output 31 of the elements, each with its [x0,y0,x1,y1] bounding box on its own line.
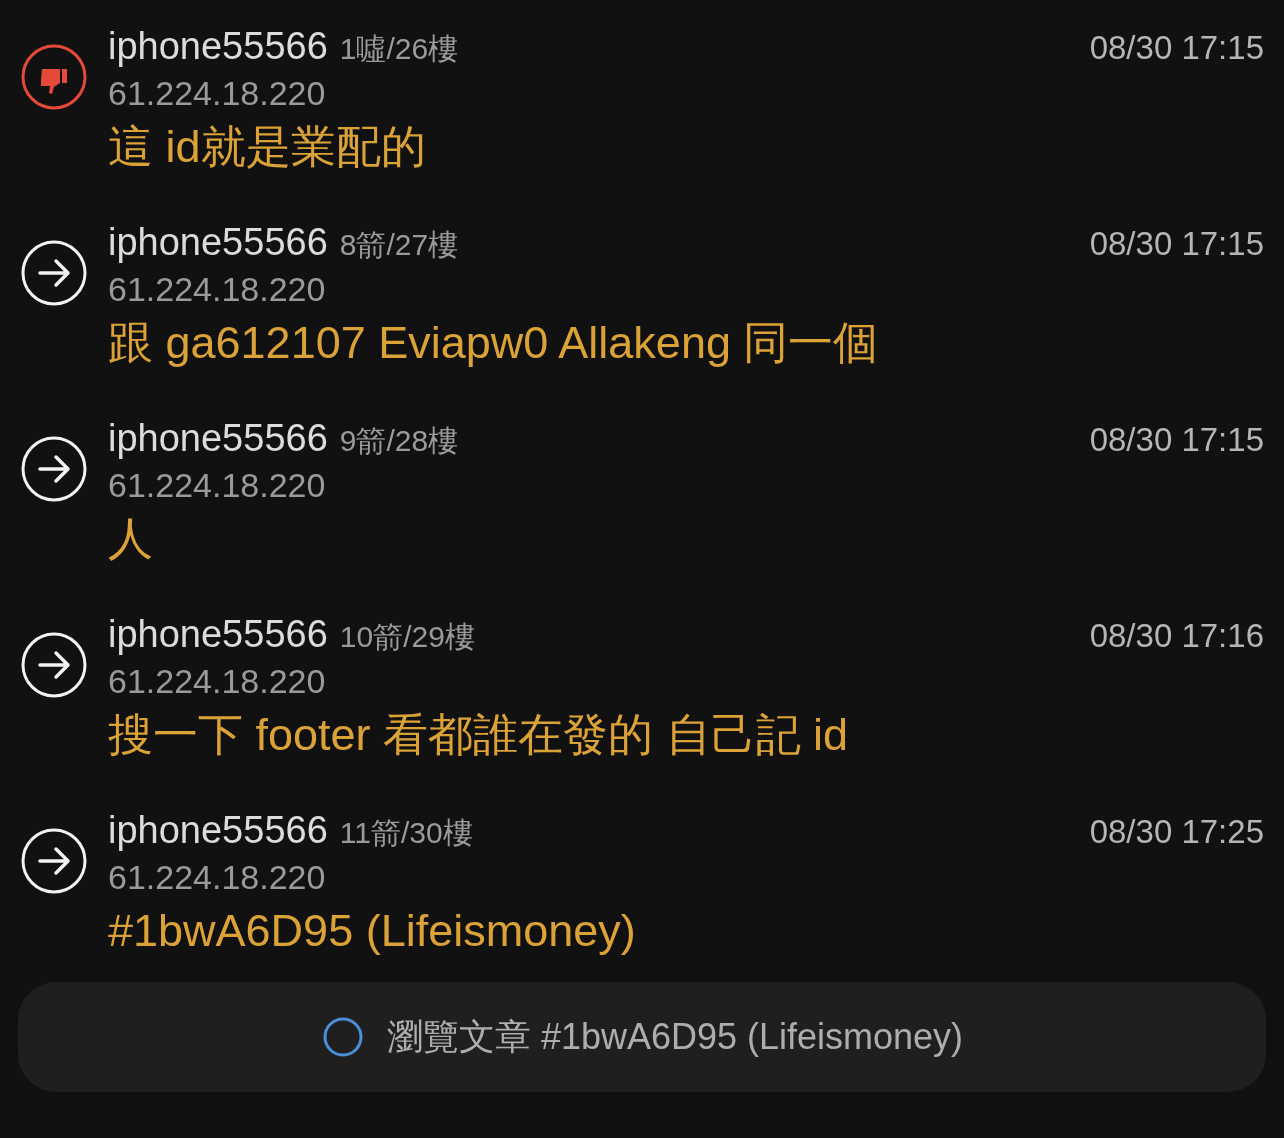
ip-address: 61.224.18.220 [108,73,327,114]
comment-author: iphone55566 [108,808,328,853]
comment-author: iphone55566 [108,612,328,657]
ip-address: 61.224.18.220 [108,465,327,506]
ip-address: 61.224.18.220 [108,661,327,702]
comment-author: iphone55566 [108,416,328,461]
comment-text: 搜一下 footer 看都誰在發的 自己記 id [108,708,850,762]
floor-label: 11箭/30樓 [339,815,473,851]
arrow-right-icon [20,827,88,895]
comment-author: iphone55566 [108,220,328,265]
ip-address: 61.224.18.220 [108,269,327,310]
thumbs-down-icon [20,43,88,111]
comment-text: 這 id就是業配的 [108,120,427,174]
floor-label: 8箭/27樓 [339,227,459,263]
floor-label: 10箭/29樓 [339,619,475,655]
comment-text: 人 [108,512,154,566]
arrow-right-icon [20,435,88,503]
floor-label: 1噓/26樓 [339,31,459,67]
comment-time: 08/30 17:15 [1089,29,1264,67]
comment-time: 08/30 17:15 [1089,225,1264,263]
floor-label: 9箭/28樓 [339,423,459,459]
comment-time: 08/30 17:15 [1089,421,1264,459]
ip-address: 61.224.18.220 [108,857,327,898]
comment-time: 08/30 17:16 [1089,617,1264,655]
arrow-right-icon [20,239,88,307]
comment-text: 跟 ga612107 Eviapw0 Allakeng 同一個 [108,316,880,370]
arrow-right-icon [20,631,88,699]
comment-time: 08/30 17:25 [1089,813,1264,851]
browse-article-button[interactable]: 瀏覽文章 #1bwA6D95 (Lifeismoney) [18,982,1266,1092]
comment-author: iphone55566 [108,24,328,69]
comment-text: #1bwA6D95 (Lifeismoney) [108,904,637,958]
